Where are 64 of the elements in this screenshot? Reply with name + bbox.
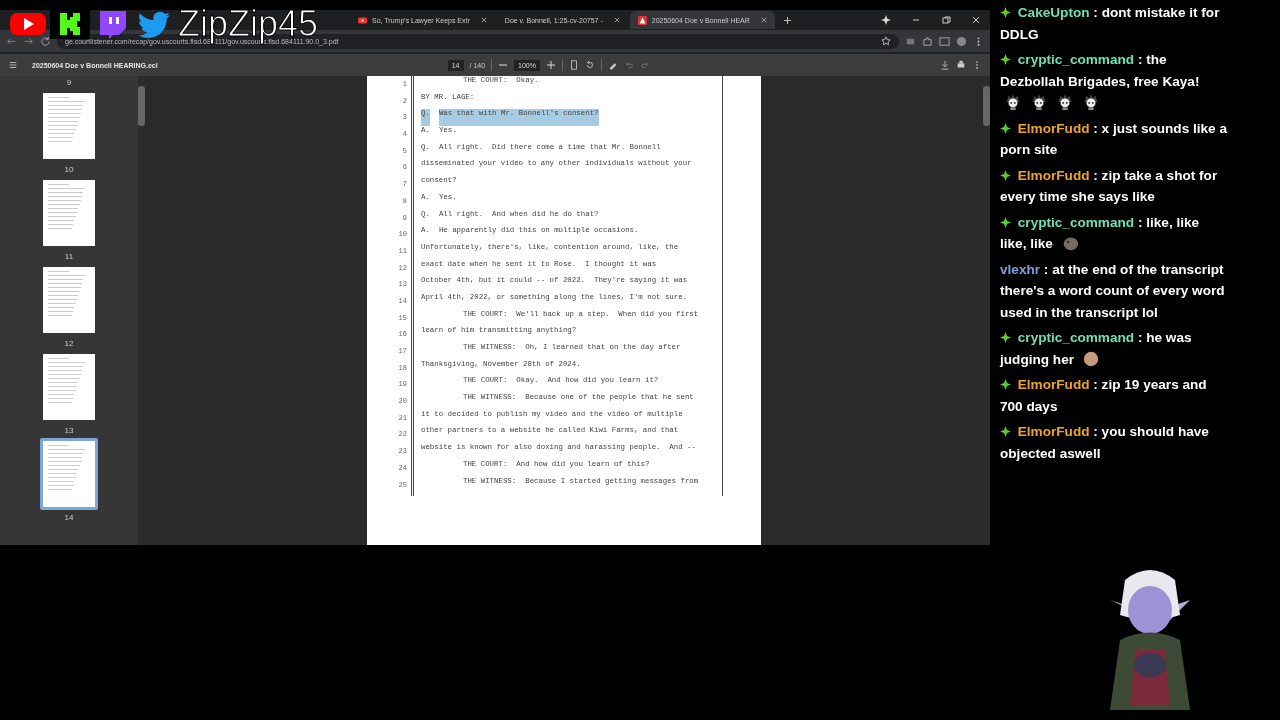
pdf-favicon-icon [637,15,647,25]
chibi-emote-icon [1082,93,1100,111]
fit-page-icon[interactable] [569,60,579,70]
sparkle-badge-icon [1000,216,1011,228]
sparkle-badge-icon [1000,332,1011,343]
download-icon[interactable] [940,60,950,70]
chat-message: cryptic_command : he was judging her [1000,329,1193,370]
sparkle-icon[interactable] [880,14,892,26]
chat-username[interactable]: cryptic_command [1017,330,1135,345]
chat-username[interactable]: cryptic_command [1017,52,1135,67]
chat-message: ElmorFudd : you should have objected aswell [1000,423,1210,463]
page-label: 11 [64,252,74,261]
chibi-emote-icon [1004,93,1022,111]
sparkle-badge-icon [1000,54,1011,65]
menu-icon[interactable] [8,60,18,70]
close-tab-icon[interactable] [480,17,487,23]
chat-username[interactable]: ElmorFudd [1017,167,1090,183]
chat-message: cryptic_command : like, like like, like [1000,213,1201,254]
chat-message: ElmorFudd : zip take a shot for every time she says like [1000,166,1219,206]
sparkle-badge-icon [1000,426,1011,437]
page-thumbnail[interactable] [40,438,98,510]
page-label: 9 [66,78,72,87]
sparkle-badge-icon [1000,122,1011,134]
annotate-icon[interactable] [608,60,618,70]
page-thumbnail[interactable] [40,351,98,423]
chibi-emote-icon [1056,93,1074,111]
chat-username[interactable]: ElmorFudd [1017,120,1090,136]
chat-message: CakeUpton : dont mistake it for DDLG [1000,4,1221,44]
chat-username[interactable]: CakeUpton [1017,5,1090,20]
puzzle-icon[interactable] [922,35,933,47]
page-label: 14 [64,513,74,522]
chat-message: cryptic_command : the Dezbollah Brigades, free Kaya! [1000,49,1228,114]
page-thumbnail[interactable] [40,177,98,249]
sparkle-badge-icon [1000,379,1011,390]
bookmark-star-icon[interactable] [881,36,891,46]
chat-username[interactable]: ElmorFudd [1017,424,1090,439]
screen-search-icon[interactable] [939,35,950,47]
chat-username[interactable]: ElmorFudd [1017,377,1090,392]
chat-message: vlexhr : at the end of the transcript there's a word count of every word used in the transcript lol [1000,260,1226,322]
close-tab-icon[interactable] [613,17,620,23]
close-tab-icon[interactable] [760,17,767,23]
page-label: 12 [64,339,74,348]
k-logo-icon [50,8,90,40]
chat-username[interactable]: cryptic_command [1017,214,1135,230]
chibi-emote-icon [1030,93,1048,111]
video-favicon-icon [358,15,367,25]
restore-icon[interactable] [940,14,952,26]
page-label: 10 [64,165,74,174]
sparkle-badge-icon [1000,7,1011,18]
close-icon[interactable] [970,14,982,26]
page-label: 13 [64,426,74,435]
page-thumbnail[interactable] [40,90,98,162]
print-icon[interactable] [956,60,966,70]
sparkle-badge-icon [1000,169,1011,181]
chat-username[interactable]: vlexhr [1000,261,1041,277]
zoom-in-icon[interactable] [546,60,556,70]
profile-icon[interactable] [956,35,967,47]
new-tab-icon[interactable] [782,15,792,25]
rotate-icon[interactable] [585,60,595,70]
chat-message: ElmorFudd : zip 19 years and 700 days [1000,376,1208,416]
page-thumbnail[interactable] [40,264,98,336]
chat-message: ElmorFudd : x just sounds like a porn site [1000,119,1228,159]
face-emote-icon [1081,349,1100,368]
reload-icon[interactable] [40,35,51,47]
